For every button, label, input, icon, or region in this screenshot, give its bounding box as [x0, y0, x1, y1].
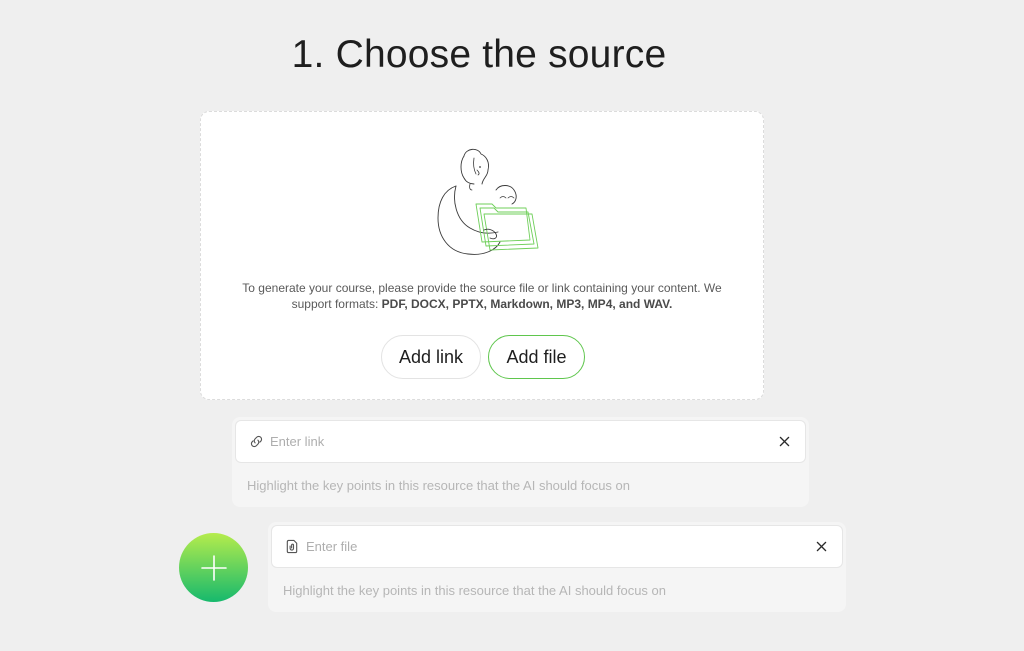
add-link-button[interactable]: Add link [381, 335, 481, 379]
link-input-row [235, 420, 806, 463]
link-input[interactable] [270, 434, 777, 449]
upload-dropzone[interactable]: To generate your course, please provide … [200, 111, 764, 400]
plus-icon [200, 554, 227, 581]
supported-formats: PDF, DOCX, PPTX, Markdown, MP3, MP4, and… [381, 297, 673, 311]
link-source-card [232, 417, 809, 507]
choose-source-page: 1. Choose the source To generate your co… [0, 0, 1024, 651]
file-focus-hint-input[interactable] [283, 583, 831, 598]
close-icon[interactable] [814, 540, 828, 554]
close-icon[interactable] [777, 435, 791, 449]
file-source-card [268, 522, 846, 612]
file-input[interactable] [306, 539, 814, 554]
add-file-button[interactable]: Add file [488, 335, 585, 379]
person-with-folder-illustration [437, 148, 539, 255]
link-focus-hint-input[interactable] [247, 478, 794, 493]
upload-description: To generate your course, please provide … [231, 280, 733, 312]
file-icon [284, 539, 300, 555]
link-icon [248, 434, 264, 450]
add-source-button[interactable] [179, 533, 248, 602]
file-input-row [271, 525, 843, 568]
page-title: 1. Choose the source [291, 33, 667, 76]
